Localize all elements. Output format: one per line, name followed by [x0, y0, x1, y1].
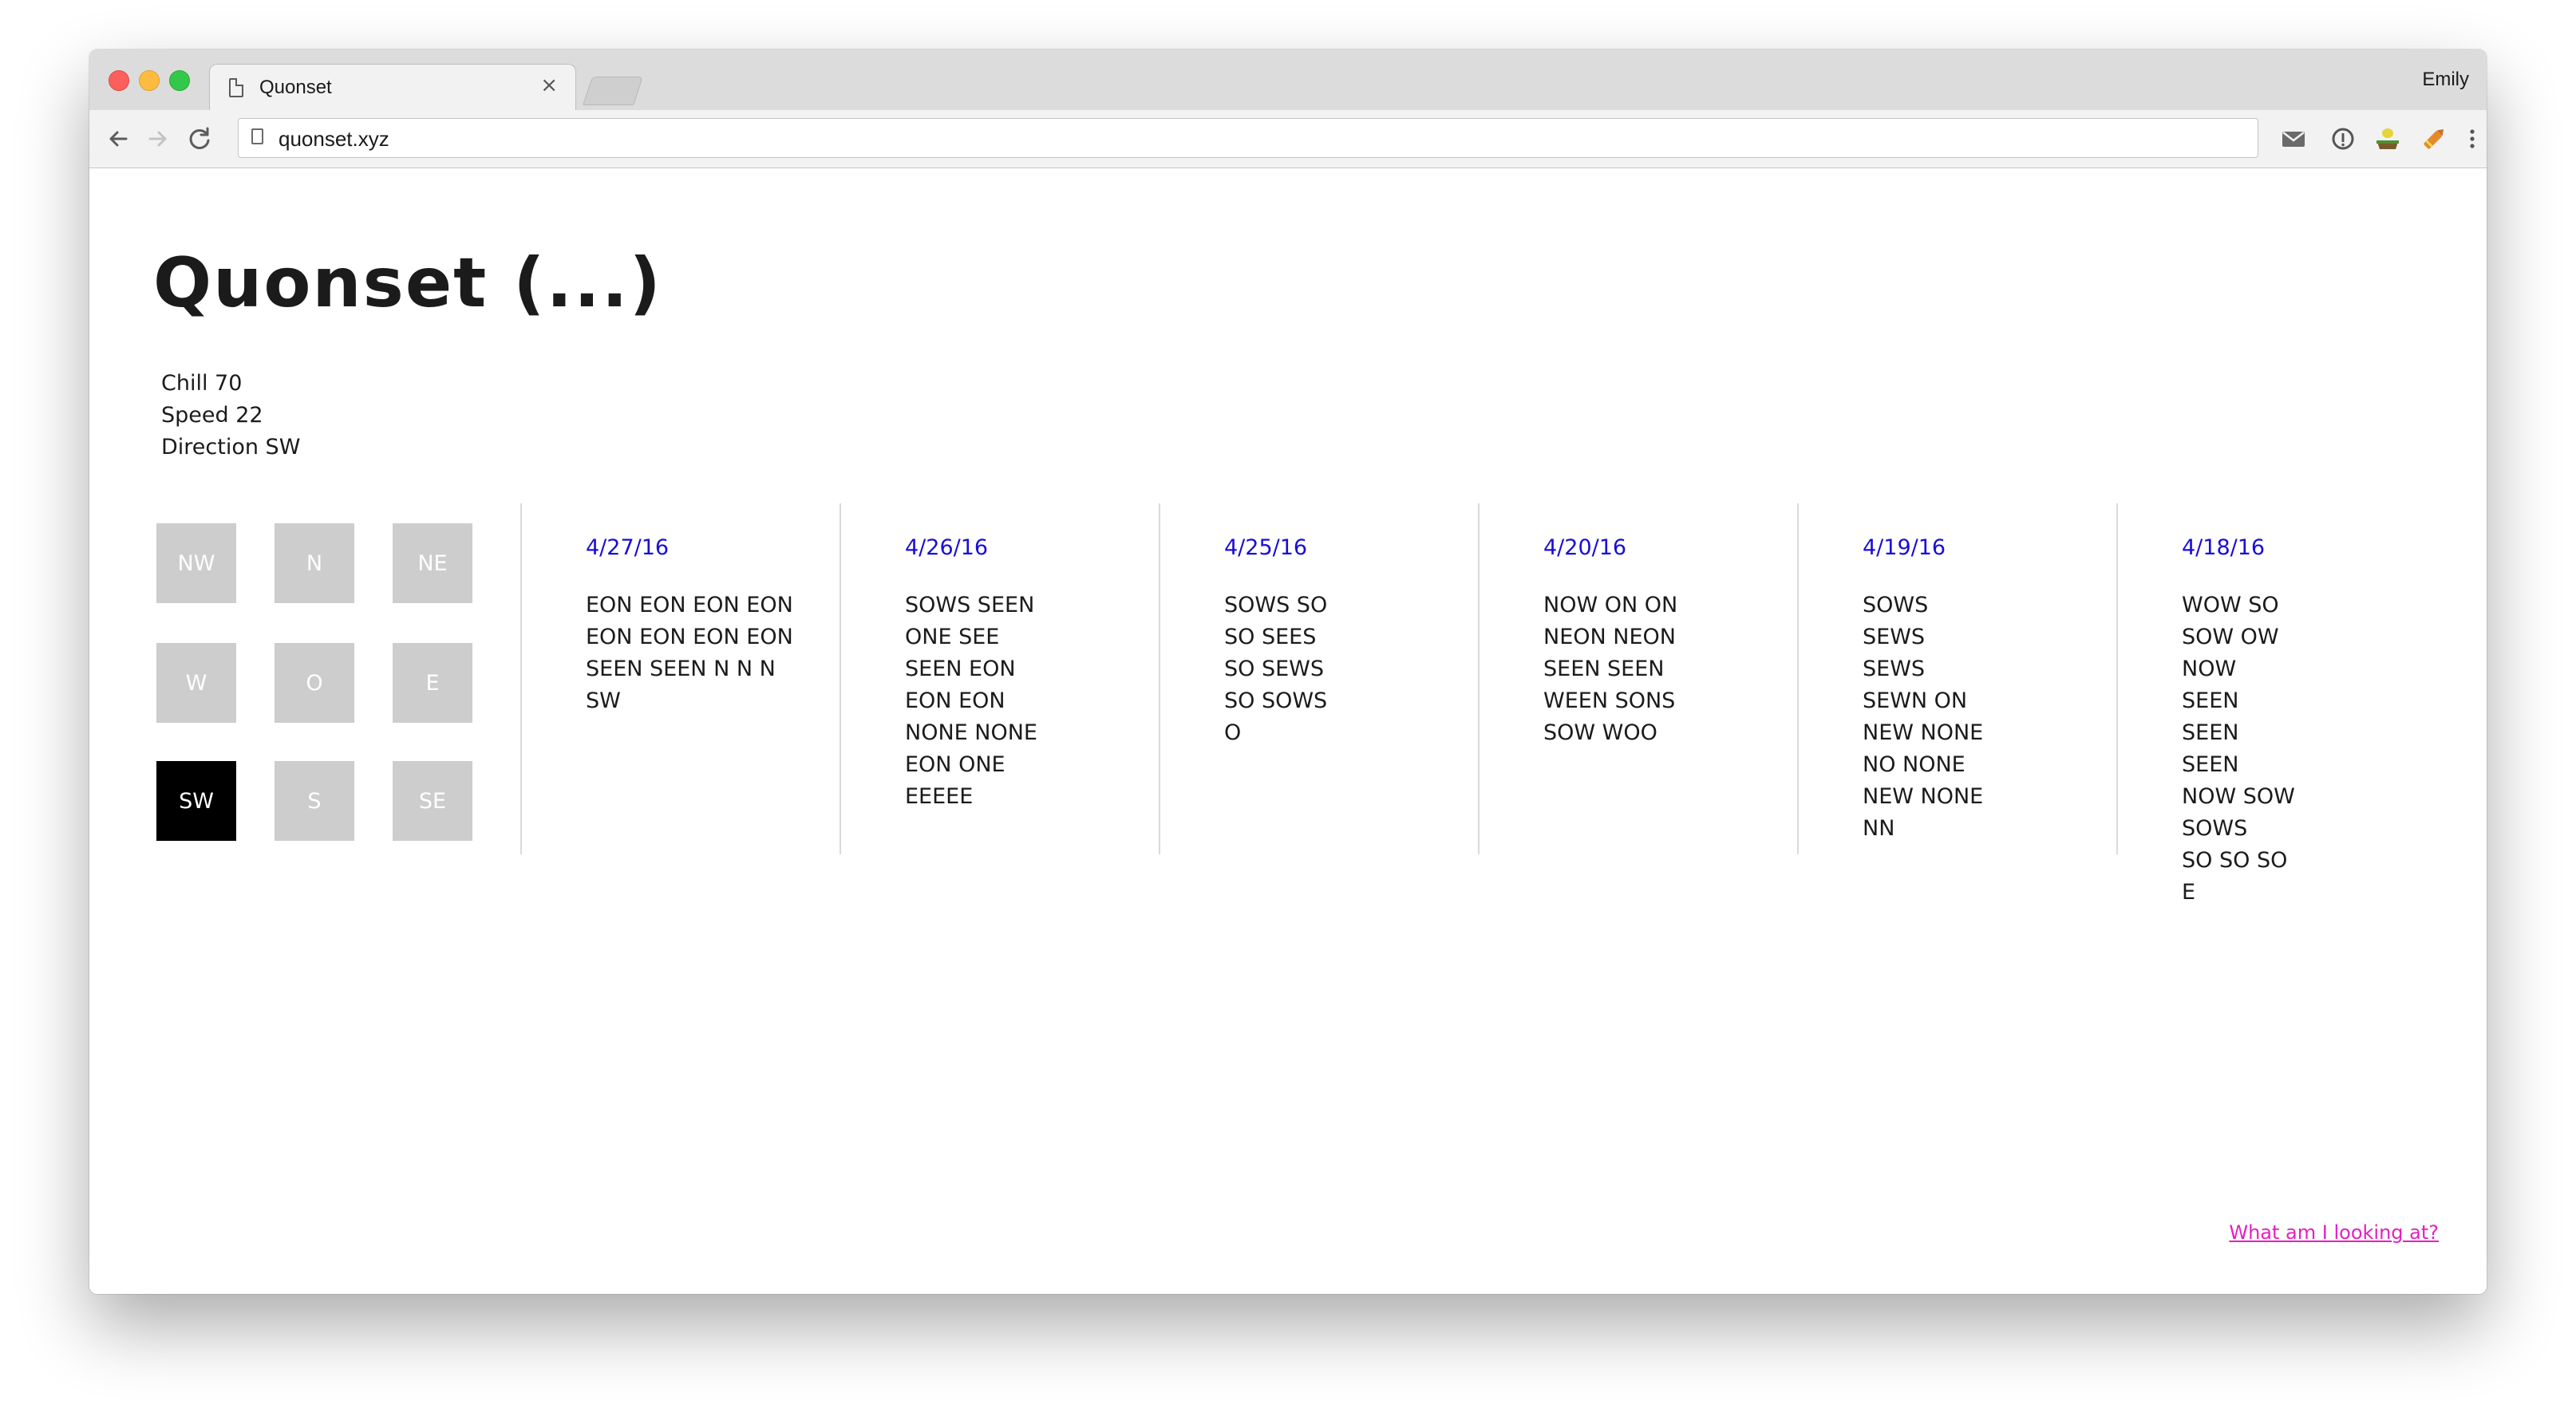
day-column: 4/19/16 SOWS SEWS SEWS SEWN ON NEW NONE NO NON… — [1797, 503, 2116, 854]
word-line: O — [1224, 720, 1242, 745]
browser-toolbar: quonset.xyz — [89, 110, 2487, 168]
info-icon[interactable] — [2327, 123, 2359, 155]
word-line: SEEN — [2182, 752, 2239, 777]
direction-s-button[interactable]: S — [275, 761, 354, 841]
reload-icon[interactable] — [184, 123, 215, 155]
word-line: SEEN — [2182, 720, 2239, 745]
stats-list: Chill 70 Speed 22 Direction SW — [161, 368, 300, 463]
day-column: 4/18/16 WOW SO SOW OW NOW SEEN SEEN SEEN NOW SO… — [2116, 503, 2436, 905]
browser-window: Quonset × Emily quonset.xyz Quonset (...… — [89, 49, 2487, 1294]
word-line: SOWS SEEN — [905, 593, 1035, 617]
window-maximize-button[interactable] — [169, 70, 190, 91]
plant-icon[interactable] — [2372, 123, 2404, 155]
direction-ne-button[interactable]: NE — [393, 523, 472, 603]
page-title: Quonset (...) — [153, 243, 662, 323]
browser-tab[interactable]: Quonset × — [209, 64, 576, 112]
help-link[interactable]: What am I looking at? — [2229, 1221, 2439, 1244]
back-arrow-icon[interactable] — [102, 123, 134, 155]
tab-title: Quonset — [259, 77, 332, 98]
direction-nw-button[interactable]: NW — [156, 523, 236, 603]
day-word-lines: SOWS SO SO SEES SO SEWS SO SOWS O — [1224, 590, 1327, 749]
tab-close-icon[interactable]: × — [540, 75, 558, 96]
direction-sw-button[interactable]: SW — [156, 761, 236, 841]
address-bar[interactable]: quonset.xyz — [238, 118, 2258, 158]
word-line: SOWS — [1863, 593, 1929, 617]
word-line: SEEN SEEN N N N — [586, 657, 776, 681]
url-text[interactable]: quonset.xyz — [279, 127, 389, 152]
day-date-link[interactable]: 4/25/16 — [1224, 535, 1307, 560]
direction-grid: NW N NE W O E SW S SE — [156, 523, 555, 858]
new-tab-button[interactable] — [583, 77, 643, 105]
title-bar: Quonset × Emily — [89, 49, 2487, 112]
word-line: NOW — [2182, 657, 2237, 681]
word-line: NOW ON ON — [1543, 593, 1678, 617]
word-line: E — [2182, 880, 2196, 905]
word-line: NOW SOW — [2182, 784, 2295, 809]
word-line: WEEN SONS — [1543, 688, 1676, 713]
kebab-menu-icon[interactable] — [2456, 123, 2487, 155]
day-column: 4/27/16 EON EON EON EON EON EON EON EON SEE… — [520, 503, 840, 854]
word-line: NN — [1863, 816, 1895, 841]
word-line: EEEEE — [905, 784, 974, 809]
word-line: SOWS — [2182, 816, 2248, 841]
day-column: 4/25/16 SOWS SO SO SEES SO SEWS SO SOWS O — [1159, 503, 1478, 854]
stat-speed: Speed 22 — [161, 403, 263, 428]
word-line: SOWS SO — [1224, 593, 1328, 617]
day-date-link[interactable]: 4/27/16 — [586, 535, 669, 560]
word-line: SEWS — [1863, 625, 1926, 649]
day-column: 4/20/16 NOW ON ON NEON NEON SEEN SEEN WEEN S… — [1478, 503, 1797, 854]
day-word-lines: NOW ON ON NEON NEON SEEN SEEN WEEN SONS SOW … — [1543, 590, 1677, 749]
word-line: NO NONE — [1863, 752, 1966, 777]
word-line: NEW NONE — [1863, 720, 1984, 745]
word-line: NEON NEON — [1543, 625, 1676, 649]
stat-direction: Direction SW — [161, 435, 301, 460]
direction-e-button[interactable]: E — [393, 643, 472, 723]
day-word-lines: SOWS SEWS SEWS SEWN ON NEW NONE NO NONE NEW NO… — [1863, 590, 1983, 845]
day-date-link[interactable]: 4/18/16 — [2182, 535, 2265, 560]
word-line: SEWS — [1863, 657, 1926, 681]
profile-name[interactable]: Emily — [2422, 69, 2469, 91]
word-line: SEEN EON — [905, 657, 1016, 681]
direction-se-button[interactable]: SE — [393, 761, 472, 841]
day-date-link[interactable]: 4/19/16 — [1863, 535, 1946, 560]
day-date-link[interactable]: 4/26/16 — [905, 535, 988, 560]
word-line: SW — [586, 688, 621, 713]
pencil-icon[interactable] — [2418, 123, 2450, 155]
day-word-lines: EON EON EON EON EON EON EON EON SEEN SEEN … — [586, 590, 793, 717]
day-word-lines: WOW SO SOW OW NOW SEEN SEEN SEEN NOW SOW SOWS SO… — [2182, 590, 2295, 909]
word-line: SO SO SO — [2182, 848, 2288, 873]
word-line: SEEN — [2182, 688, 2239, 713]
window-close-button[interactable] — [109, 70, 129, 91]
page-info-icon[interactable] — [251, 128, 263, 144]
word-line: SEWN ON — [1863, 688, 1968, 713]
page-icon — [229, 78, 243, 97]
word-line: ONE SEE — [905, 625, 1000, 649]
word-line: SEEN SEEN — [1543, 657, 1665, 681]
forward-arrow-icon[interactable] — [142, 123, 174, 155]
word-line: NEW NONE — [1863, 784, 1984, 809]
direction-n-button[interactable]: N — [275, 523, 354, 603]
mail-icon[interactable] — [2278, 123, 2309, 155]
direction-o-button[interactable]: O — [275, 643, 354, 723]
word-line: SO SEES — [1224, 625, 1317, 649]
word-line: EON EON EON EON — [586, 625, 793, 649]
day-column: 4/26/16 SOWS SEEN ONE SEE SEEN EON EON EON NO… — [840, 503, 1159, 854]
word-line: EON EON — [905, 688, 1006, 713]
direction-w-button[interactable]: W — [156, 643, 236, 723]
day-date-link[interactable]: 4/20/16 — [1543, 535, 1626, 560]
word-line: NONE NONE — [905, 720, 1037, 745]
word-line: SOW WOO — [1543, 720, 1657, 745]
window-minimize-button[interactable] — [139, 70, 160, 91]
word-line: WOW SO — [2182, 593, 2279, 617]
word-line: SO SEWS — [1224, 657, 1325, 681]
word-line: SOW OW — [2182, 625, 2279, 649]
stat-chill: Chill 70 — [161, 371, 243, 396]
word-line: EON ONE — [905, 752, 1006, 777]
word-line: SO SOWS — [1224, 688, 1328, 713]
day-word-lines: SOWS SEEN ONE SEE SEEN EON EON EON NONE NONE… — [905, 590, 1037, 813]
word-line: EON EON EON EON — [586, 593, 793, 617]
page-content: Quonset (...) Chill 70 Speed 22 Directio… — [89, 168, 2487, 1294]
